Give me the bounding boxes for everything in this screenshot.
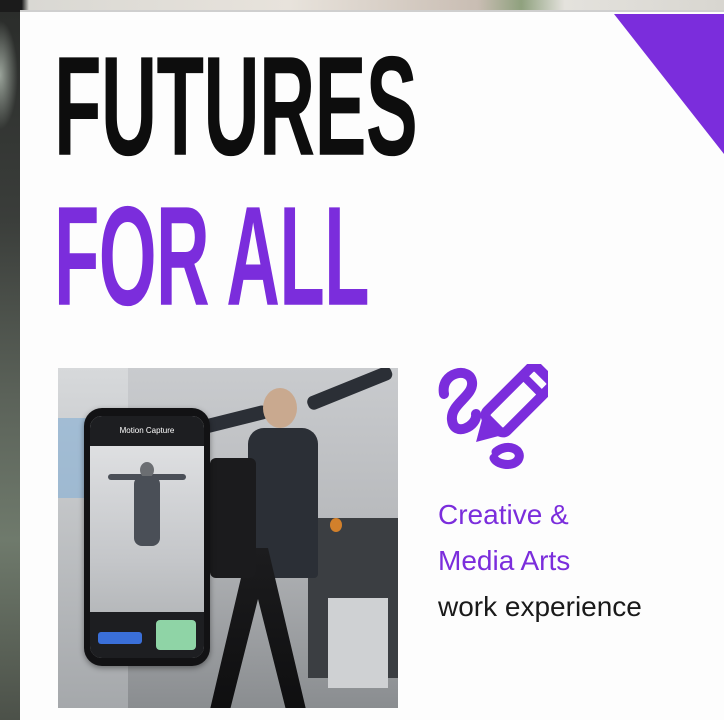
pencil-scribble-svg — [438, 361, 557, 469]
motion-capture-photo: Motion Capture — [58, 368, 398, 708]
caption-line-media-arts: Media Arts — [438, 545, 571, 576]
pencil — [476, 361, 557, 442]
left-edge-glow — [0, 20, 18, 130]
record-button[interactable] — [156, 620, 196, 650]
person-right-arm — [305, 368, 395, 412]
headline-line-for-all: FOR ALL — [54, 177, 370, 336]
caption: Creative & Media Arts work experience — [438, 492, 708, 630]
pencil-with-scribble-icon — [436, 361, 557, 472]
phone-mount — [210, 458, 256, 578]
caption-line-creative: Creative & — [438, 499, 569, 530]
scribble-loop-bottom — [489, 443, 524, 469]
phone-screen: Motion Capture — [90, 416, 204, 658]
photo-orange-object — [330, 518, 342, 532]
photo-cabinet — [328, 598, 388, 688]
adjacent-photo-edge-top — [0, 0, 724, 12]
pencil-ferrule — [519, 372, 546, 399]
phone-screen-footer — [90, 612, 204, 658]
person-head — [263, 388, 297, 428]
capture-mode-label — [98, 632, 142, 644]
frame-border-line — [20, 10, 724, 12]
pencil-body — [480, 361, 557, 438]
caption-line-work-experience: work experience — [438, 591, 642, 622]
corner-triangle-shape — [614, 14, 724, 154]
phone-screen-title: Motion Capture — [90, 416, 204, 446]
screen-person-body — [134, 476, 160, 546]
scribble-loop-top — [438, 368, 481, 435]
corner-triangle-decoration — [614, 14, 724, 154]
smartphone: Motion Capture — [84, 408, 210, 666]
poster-frame: FUTURES FOR ALL Motion Capture Creative … — [0, 0, 724, 720]
headline: FUTURES FOR ALL — [54, 36, 418, 336]
adjacent-photo-edge-left — [0, 0, 20, 720]
